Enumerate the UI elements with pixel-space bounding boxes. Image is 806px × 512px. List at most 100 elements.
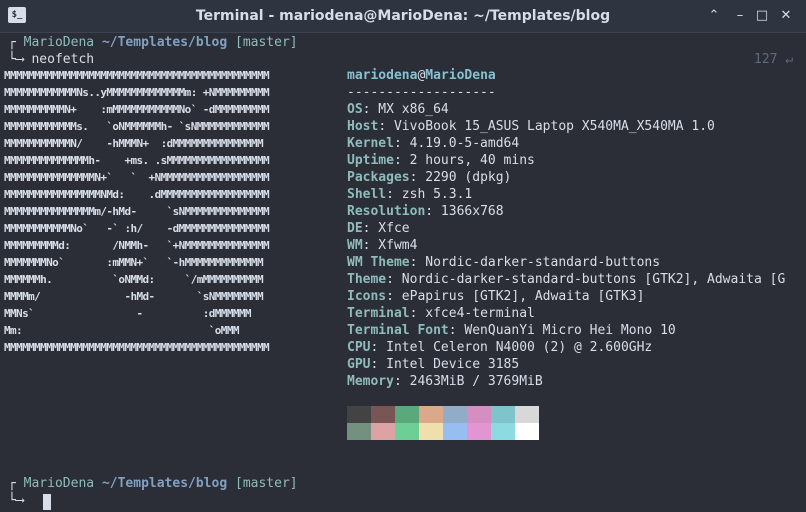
color-swatch	[371, 406, 395, 423]
prompt-user: MarioDena	[23, 476, 95, 491]
info-row: WM: Xfwm4	[347, 237, 785, 254]
color-swatch	[347, 406, 371, 423]
info-value: : ePapirus [GTK2], Adwaita [GTK3]	[386, 289, 645, 304]
logo-line: MMMMMMMMMMMMNs..yMMMMMMMMMMMMMm: +NMMMMM…	[4, 86, 270, 99]
info-row: Terminal: xfce4-terminal	[347, 305, 785, 322]
prompt-bracket-bottom: └⟶	[8, 493, 24, 508]
info-key: OS	[347, 102, 363, 117]
info-value: : 4.19.0-5-amd64	[393, 136, 520, 151]
info-hostname: MarioDena	[425, 68, 496, 83]
info-row: GPU: Intel Device 3185	[347, 356, 785, 373]
logo-line: MMMMMMMMMMMMMMMMMMMMMMMMMMMMMMMMMMMMMMMM…	[4, 69, 270, 82]
prompt-bracket-top: ┌	[8, 35, 16, 50]
info-value: : 1366x768	[425, 204, 504, 219]
info-value: : Xfwm4	[362, 238, 418, 253]
info-key: Terminal	[347, 306, 410, 321]
info-row: Shell: zsh 5.3.1	[347, 186, 785, 203]
color-swatch	[467, 423, 491, 440]
logo-line: MMMMMMMMMMMMMMMm/-hMd- `sNMMMMMMMMMMMMMM	[4, 205, 270, 218]
info-value: : 2 hours, 40 mins	[393, 153, 535, 168]
info-row: Terminal Font: WenQuanYi Micro Hei Mono …	[347, 322, 785, 339]
color-swatch	[491, 406, 515, 423]
logo-line: MMMMMMMMMd: /NMMh- `+NMMMMMMMMMMMMMM	[4, 239, 270, 252]
info-row: Host: VivoBook 15_ASUS Laptop X540MA_X54…	[347, 118, 785, 135]
logo-line: MMMMMMMMMMMN/ -hMMMN+ :dMMMMMMMMMMMMMMM	[4, 137, 264, 150]
logo-line: MMMMMMMNo` :mMMN+` `-hMMMMMMMMMMMMM	[4, 256, 264, 269]
ascii-logo: MMMMMMMMMMMMMMMMMMMMMMMMMMMMMMMMMMMMMMMM…	[4, 67, 270, 356]
info-value: : Intel Celeron N4000 (2) @ 2.600GHz	[370, 340, 653, 355]
info-row: WM Theme: Nordic-darker-standard-buttons	[347, 254, 785, 271]
info-row: DE: Xfce	[347, 220, 785, 237]
info-key: DE	[347, 221, 363, 236]
info-key: Packages	[347, 170, 410, 185]
info-key: WM Theme	[347, 255, 410, 270]
info-key: CPU	[347, 340, 371, 355]
terminal-area[interactable]: ┌ MarioDena ~/Templates/blog [master] └⟶…	[0, 33, 806, 512]
info-key: Resolution	[347, 204, 426, 219]
logo-line: MMMMm/ -hMd- `sNMMMMMMMM	[4, 290, 264, 303]
color-swatch	[371, 423, 395, 440]
color-swatch	[515, 406, 539, 423]
info-key: Host	[347, 119, 379, 134]
logo-line: MMMMMMMMMMMMs. `oNMMMMMMh- `sNMMMMMMMMMM…	[4, 120, 270, 133]
command-line: └⟶ neofetch	[8, 51, 94, 68]
info-value: : VivoBook 15_ASUS Laptop X540MA_X540MA …	[378, 119, 715, 134]
info-row: Theme: Nordic-darker-standard-buttons [G…	[347, 271, 785, 288]
prompt-line-2: ┌ MarioDena ~/Templates/blog [master]	[8, 475, 298, 492]
logo-line: MMMMMMMMMMMMMMMMNMd: .dMMMMMMMMMMMMMMMMM…	[4, 188, 270, 201]
info-value: : WenQuanYi Micro Hei Mono 10	[448, 323, 676, 338]
info-separator: -------------------	[347, 85, 496, 100]
info-key: Uptime	[347, 153, 394, 168]
color-swatch	[419, 406, 443, 423]
prompt-bracket-top: ┌	[8, 476, 16, 491]
info-key: Shell	[347, 187, 387, 202]
input-line[interactable]: └⟶	[8, 492, 24, 509]
logo-line: MMMMMMMMMMMMMMMN+` ` +NMMMMMMMMMMMMMMMMM…	[4, 171, 270, 184]
info-value: : zsh 5.3.1	[386, 187, 473, 202]
logo-line: Mm: `oMMM	[4, 324, 239, 337]
color-swatch	[467, 406, 491, 423]
window-title: Terminal - mariodena@MarioDena: ~/Templa…	[195, 8, 611, 24]
info-key: Kernel	[347, 136, 394, 151]
logo-line: MMNs` - :dMMMMMM	[4, 307, 252, 320]
info-user-host: mariodena@MarioDena	[347, 67, 785, 84]
prompt-branch: [master]	[235, 476, 298, 491]
title-bar[interactable]: $_ Terminal - mariodena@MarioDena: ~/Tem…	[0, 0, 806, 33]
color-swatch	[395, 406, 419, 423]
logo-line: MMMMMMh. `oNMMd: `/mMMMMMMMMMM	[4, 273, 264, 286]
info-key: GPU	[347, 357, 371, 372]
logo-line: MMMMMMMMMMMMMMMMMMMMMMMMMMMMMMMMMMMMMMMM…	[4, 341, 270, 354]
info-row: OS: MX x86_64	[347, 101, 785, 118]
info-row: Uptime: 2 hours, 40 mins	[347, 152, 785, 169]
logo-line: MMMMMMMMMMMMMMh- +ms. .sMMMMMMMMMMMMMMMM…	[4, 154, 270, 167]
info-value: : MX x86_64	[362, 102, 449, 117]
info-key: WM	[347, 238, 363, 253]
info-key: Theme	[347, 272, 387, 287]
logo-line: MMMMMMMMMMN+ :mMMMMMMMMMMMNo` -dMMMMMMMM…	[4, 103, 270, 116]
close-button[interactable]: ✕	[776, 6, 796, 26]
logo-line: MMMMMMMMMMMNo` -` :h/ -dMMMMMMMMMMMMMMM	[4, 222, 270, 235]
info-row: Icons: ePapirus [GTK2], Adwaita [GTK3]	[347, 288, 785, 305]
color-swatch	[515, 423, 539, 440]
color-swatch	[395, 423, 419, 440]
color-swatch	[491, 423, 515, 440]
info-username: mariodena	[347, 68, 418, 83]
minimize-button[interactable]: –	[730, 6, 750, 26]
prompt-path: ~/Templates/blog	[101, 476, 228, 491]
info-row: Kernel: 4.19.0-5-amd64	[347, 135, 785, 152]
prompt-user: MarioDena	[23, 35, 95, 50]
info-row: Resolution: 1366x768	[347, 203, 785, 220]
info-row: Memory: 2463MiB / 3769MiB	[347, 373, 785, 390]
text-cursor	[43, 494, 51, 510]
system-info: mariodena@MarioDena ------------------- …	[347, 67, 785, 390]
info-value: : Nordic-darker-standard-buttons [GTK2],…	[386, 272, 786, 287]
exit-status: 127 ↵	[754, 52, 794, 67]
info-value: : xfce4-terminal	[409, 306, 535, 321]
prompt-bracket-bottom: └⟶	[8, 52, 24, 67]
info-value: : 2290 (dpkg)	[409, 170, 512, 185]
command-text: neofetch	[31, 52, 95, 67]
info-key: Icons	[347, 289, 387, 304]
maximize-button[interactable]: □	[752, 6, 772, 26]
color-palette	[347, 406, 539, 440]
shade-button[interactable]: ⌃	[704, 6, 724, 26]
